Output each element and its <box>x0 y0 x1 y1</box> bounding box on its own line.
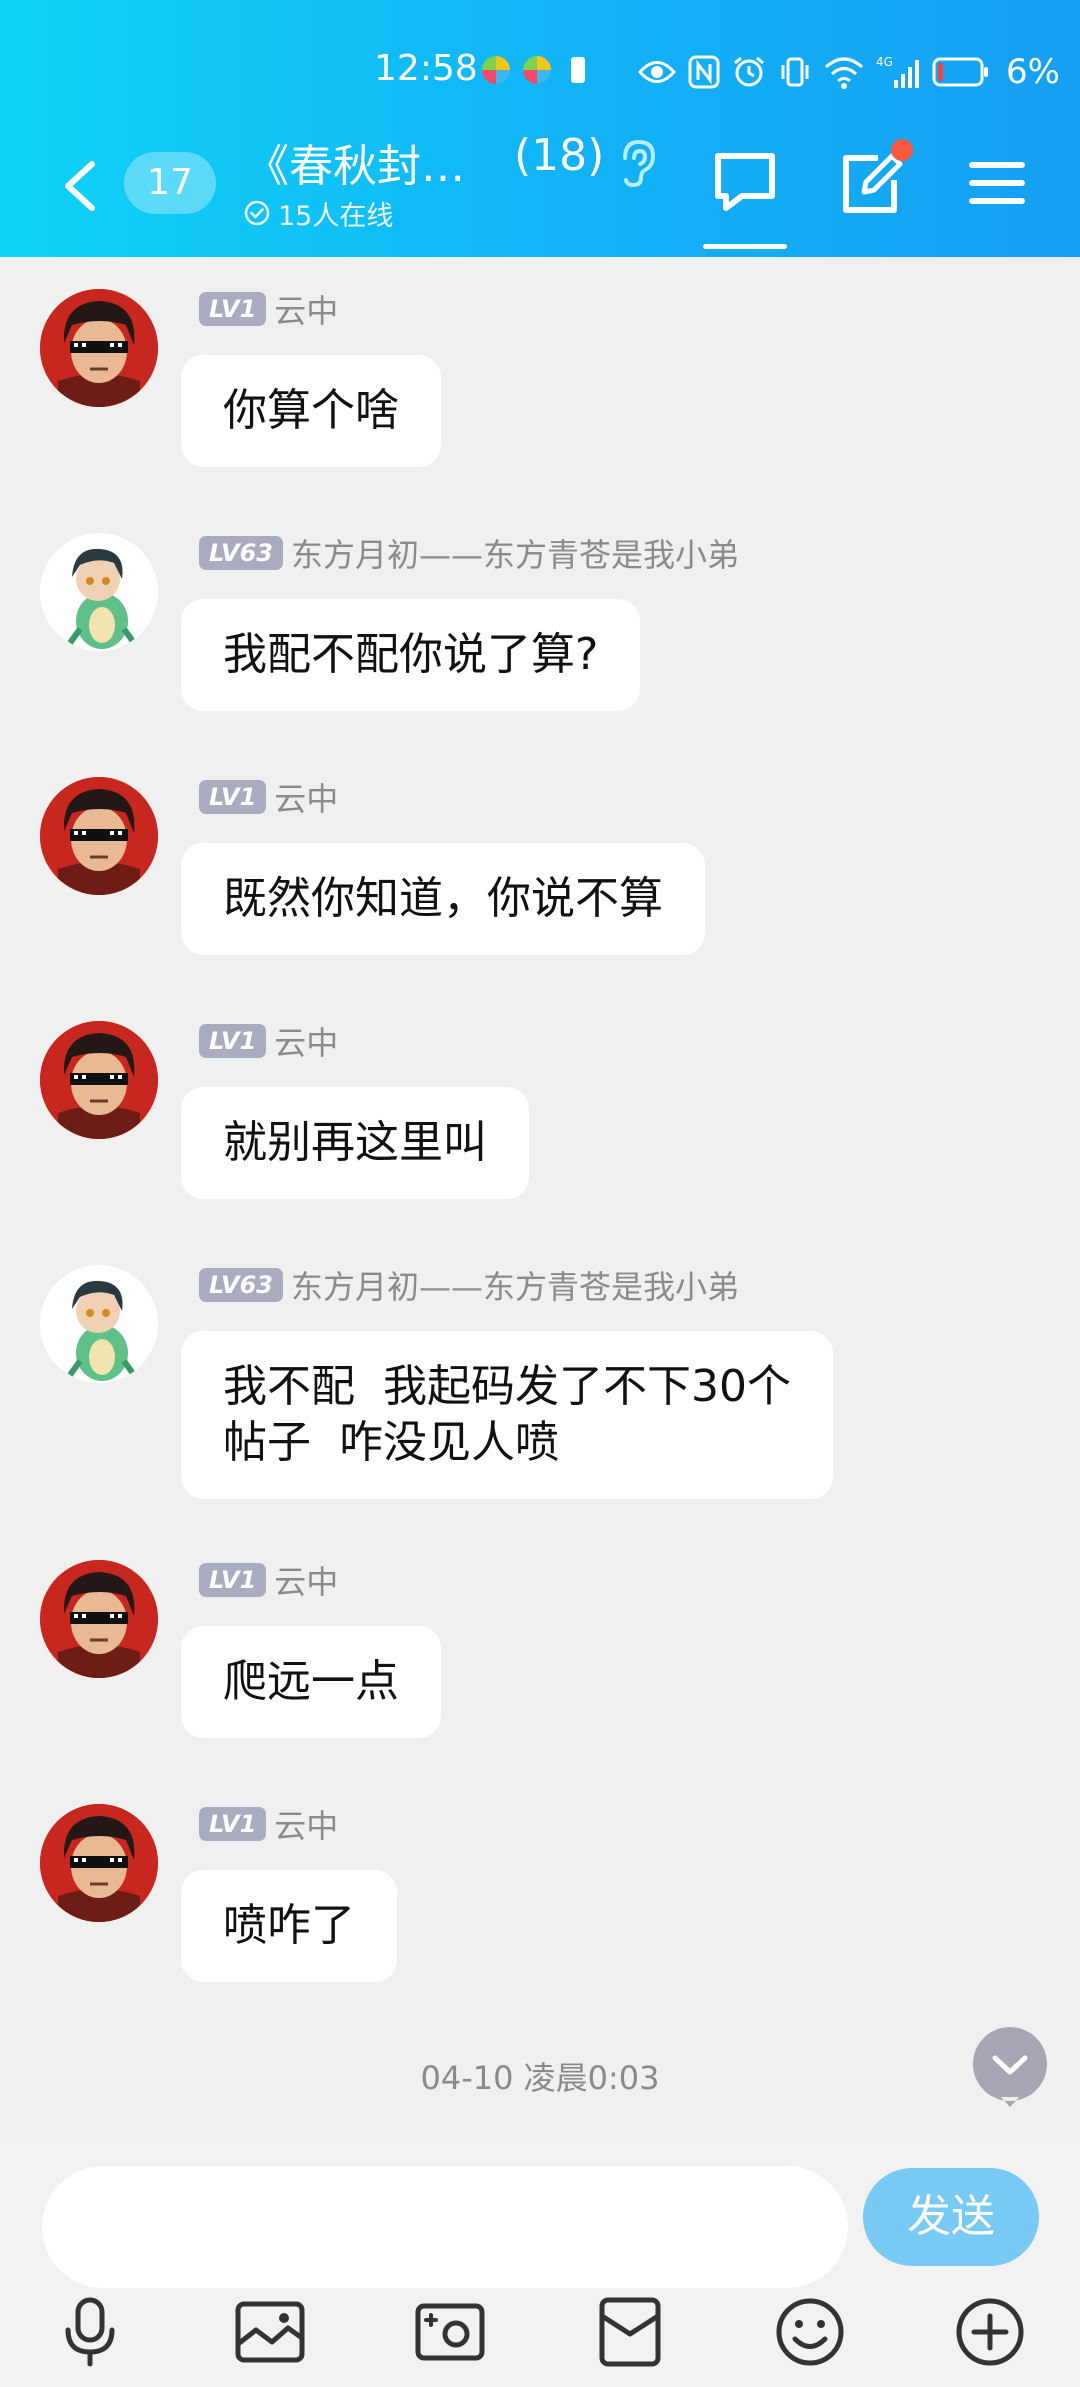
app-notification-icon <box>523 56 551 84</box>
avatar-sunglasses-icon <box>40 777 158 895</box>
message-timestamp: 04-10 凌晨0:03 <box>420 2059 660 2097</box>
alarm-icon <box>734 56 764 87</box>
level-badge: LV63 <box>199 1268 283 1302</box>
sender-name[interactable]: 云中 <box>274 286 338 332</box>
sender-name[interactable]: 云中 <box>274 1801 338 1847</box>
level-badge: LV63 <box>199 536 283 570</box>
sender-name[interactable]: 东方月初——东方青苍是我小弟 <box>291 1262 739 1308</box>
avatar-sunglasses-icon <box>40 289 158 407</box>
message-bubble[interactable]: 就别再这里叫 <box>181 1087 529 1199</box>
message-meta: LV63 东方月初——东方青苍是我小弟 <box>199 530 739 576</box>
svg-text:4G: 4G <box>876 55 893 69</box>
avatar[interactable] <box>40 289 158 407</box>
message-meta: LV1 云中 <box>199 774 338 820</box>
message-bubble[interactable]: 我不配 我起码发了不下30个 帖子 咋没见人喷 <box>181 1331 833 1499</box>
avatar-dino-costume-icon <box>40 1265 158 1383</box>
sender-name[interactable]: 东方月初——东方青苍是我小弟 <box>291 530 739 576</box>
battery-saver-icon <box>571 57 585 83</box>
message-list[interactable]: LV1 云中 你算个啥 LV63 东方月初——东方青苍是我小弟 我配不配你说了算… <box>0 257 1080 2142</box>
sender-name[interactable]: 云中 <box>274 1557 338 1603</box>
avatar[interactable] <box>40 1804 158 1922</box>
battery-percent: 6% <box>1006 52 1060 92</box>
cellular-signal-icon: 4G <box>876 55 919 88</box>
level-badge: LV1 <box>199 1024 267 1058</box>
app-notification-icon <box>482 56 510 84</box>
check-circle-icon <box>244 200 270 226</box>
battery-icon <box>932 57 988 87</box>
nfc-icon <box>688 55 720 89</box>
mic-icon[interactable] <box>52 2294 128 2370</box>
avatar-sunglasses-icon <box>40 1804 158 1922</box>
message-bubble[interactable]: 爬远一点 <box>181 1626 441 1738</box>
photo-icon[interactable] <box>412 2294 488 2370</box>
sender-name[interactable]: 云中 <box>274 774 338 820</box>
avatar[interactable] <box>40 533 158 651</box>
message-meta: LV63 东方月初——东方青苍是我小弟 <box>199 1262 739 1308</box>
message-bubble[interactable]: 我配不配你说了算? <box>181 599 641 711</box>
level-badge: LV1 <box>199 780 267 814</box>
gift-icon[interactable] <box>592 2294 668 2370</box>
menu-icon[interactable] <box>968 160 1026 206</box>
wifi-icon <box>825 57 863 89</box>
avatar-dino-costume-icon <box>40 533 158 651</box>
plus-icon[interactable] <box>952 2294 1028 2370</box>
message-meta: LV1 云中 <box>199 1018 338 1064</box>
avatar[interactable] <box>40 1265 158 1383</box>
message-input[interactable] <box>42 2166 848 2288</box>
avatar-sunglasses-icon <box>40 1021 158 1139</box>
vibrate-icon <box>781 57 809 87</box>
group-title[interactable]: 《春秋封… <box>245 130 465 194</box>
sender-name[interactable]: 云中 <box>274 1018 338 1064</box>
message-bubble[interactable]: 既然你知道，你说不算 <box>181 843 705 955</box>
online-count-text: 15人在线 <box>278 200 394 232</box>
ear-icon[interactable] <box>615 138 657 188</box>
avatar[interactable] <box>40 1021 158 1139</box>
online-status-row: 15人在线 <box>244 196 394 232</box>
input-area: 发送 <box>0 2142 1080 2387</box>
status-icons: 4G 6% <box>638 50 1060 94</box>
message-meta: LV1 云中 <box>199 286 338 332</box>
image-icon[interactable] <box>232 2294 308 2370</box>
message-bubble[interactable]: 喷咋了 <box>181 1870 397 1982</box>
eye-icon <box>638 61 676 83</box>
chat-header: 12:58 4G 6% 17 《春秋封… (18) 15人在线 <box>0 0 1080 257</box>
notification-dot <box>891 139 913 161</box>
status-time: 12:58 <box>374 48 478 89</box>
emoji-icon[interactable] <box>772 2294 848 2370</box>
level-badge: LV1 <box>199 1807 267 1841</box>
avatar-sunglasses-icon <box>40 1560 158 1678</box>
message-meta: LV1 云中 <box>199 1801 338 1847</box>
message-meta: LV1 云中 <box>199 1557 338 1603</box>
back-button[interactable] <box>56 158 106 214</box>
scroll-to-bottom-button[interactable] <box>971 2025 1049 2109</box>
avatar[interactable] <box>40 1560 158 1678</box>
level-badge: LV1 <box>199 292 267 326</box>
unread-count-badge[interactable]: 17 <box>124 152 216 214</box>
member-count[interactable]: (18) <box>514 130 604 181</box>
send-button[interactable]: 发送 <box>863 2168 1039 2266</box>
avatar[interactable] <box>40 777 158 895</box>
active-tab-indicator <box>703 244 787 249</box>
chat-tab-icon[interactable] <box>712 150 778 214</box>
level-badge: LV1 <box>199 1563 267 1597</box>
status-bar: 12:58 4G 6% <box>0 40 1080 106</box>
message-bubble[interactable]: 你算个啥 <box>181 355 441 467</box>
